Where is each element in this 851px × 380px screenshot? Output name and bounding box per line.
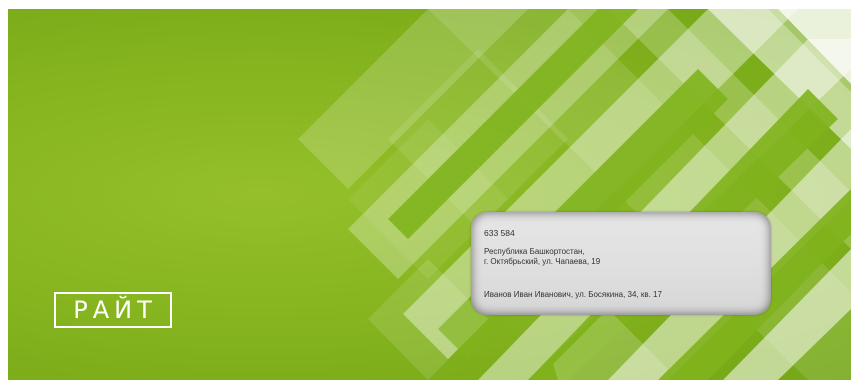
address-window: 633 584 Республика Башкортостан, г. Октя… <box>471 212 771 315</box>
brand-logo: РАЙТ <box>54 292 172 328</box>
postal-code: 633 584 <box>484 228 515 238</box>
address-region: Республика Башкортостан, <box>484 247 585 256</box>
address-city-street: г. Октябрьский, ул. Чапаева, 19 <box>484 257 601 266</box>
envelope: РАЙТ <box>8 9 851 380</box>
recipient-name-address: Иванов Иван Иванович, ул. Босякина, 34, … <box>484 290 662 299</box>
